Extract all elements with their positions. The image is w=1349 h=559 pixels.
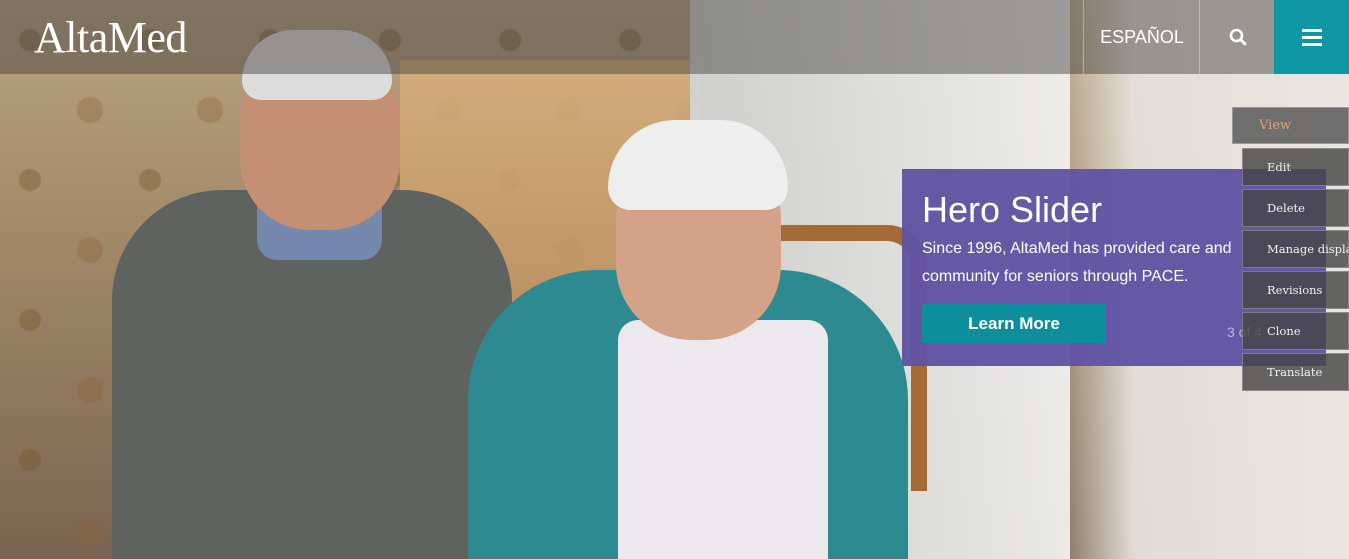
clone-link[interactable]: Clone — [1242, 312, 1349, 350]
menu-button[interactable] — [1274, 0, 1349, 74]
contextual-admin-menu: Edit Delete Manage display Revisions Clo… — [1242, 148, 1349, 394]
manage-display-link[interactable]: Manage display — [1242, 230, 1349, 268]
slide-title: Hero Slider — [922, 189, 1103, 230]
edit-link[interactable]: Edit — [1242, 148, 1349, 186]
elderly-man-figure — [112, 20, 512, 559]
slide-description-line-1: Since 1996, AltaMed has provided care an… — [922, 240, 1232, 257]
elderly-woman-figure — [468, 120, 908, 559]
site-header: AltaMed ESPAÑOL — [0, 0, 1349, 74]
contextual-view-link[interactable]: View — [1232, 107, 1349, 144]
search-icon — [1229, 28, 1246, 46]
search-button[interactable] — [1199, 0, 1275, 74]
language-switch-link[interactable]: ESPAÑOL — [1083, 0, 1200, 74]
translate-link[interactable]: Translate — [1242, 353, 1349, 391]
altamed-logo[interactable]: AltaMed — [34, 12, 187, 63]
delete-link[interactable]: Delete — [1242, 189, 1349, 227]
learn-more-button[interactable]: Learn More — [922, 304, 1106, 343]
revisions-link[interactable]: Revisions — [1242, 271, 1349, 309]
hamburger-icon — [1301, 28, 1322, 46]
